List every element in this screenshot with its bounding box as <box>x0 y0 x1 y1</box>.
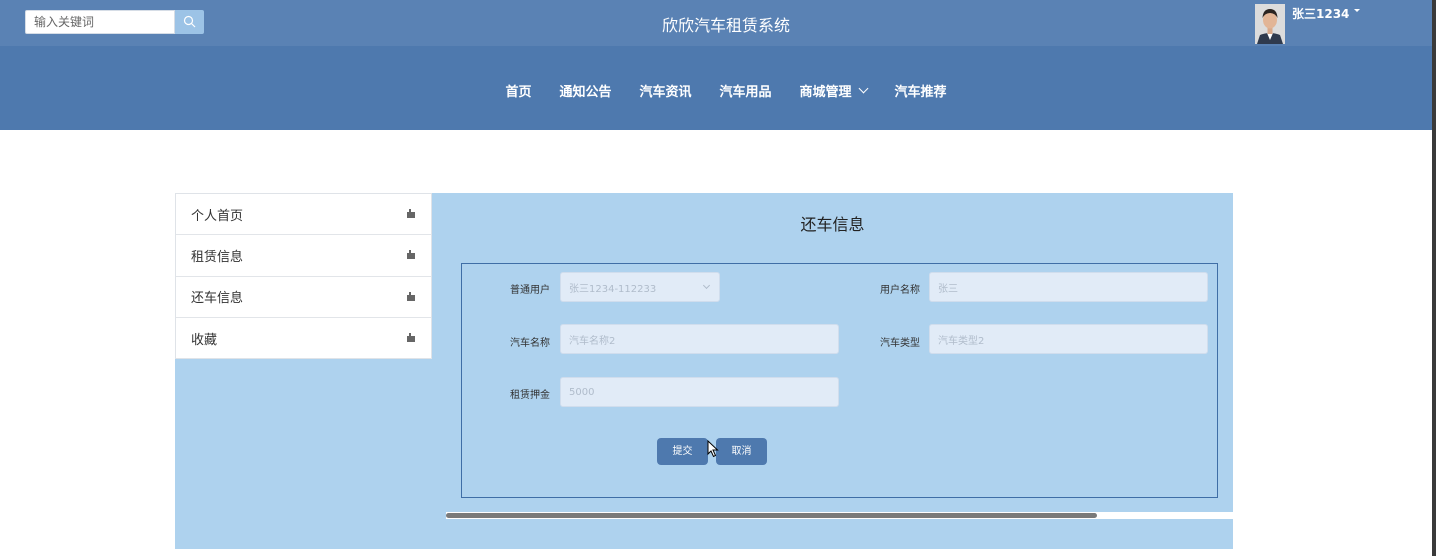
cancel-button[interactable]: 取消 <box>716 438 767 465</box>
sidebar-item-favorites[interactable]: 收藏 <box>176 318 431 359</box>
nav-list: 首页 通知公告 汽车资讯 汽车用品 商城管理 汽车推荐 <box>0 81 1436 100</box>
nav-bar: 首页 通知公告 汽车资讯 汽车用品 商城管理 汽车推荐 <box>0 46 1432 130</box>
home-icon <box>406 291 416 302</box>
user-name-label: 用户名称 <box>880 285 920 296</box>
submit-button[interactable]: 提交 <box>657 438 708 465</box>
sidebar-menu: 个人首页 租赁信息 还车信息 收藏 <box>175 193 432 359</box>
car-type-label: 汽车类型 <box>880 338 920 349</box>
sidebar-item-label: 个人首页 <box>191 208 244 224</box>
sidebar-item-label: 收藏 <box>191 332 218 348</box>
regular-user-select[interactable] <box>560 272 720 302</box>
avatar[interactable] <box>1255 4 1285 44</box>
user-name-field[interactable] <box>929 272 1208 302</box>
nav-item-notices[interactable]: 通知公告 <box>559 81 611 100</box>
user-dropdown-icon[interactable] <box>1354 9 1360 12</box>
sidebar-item-label: 租赁信息 <box>191 249 244 265</box>
sidebar-item-return-info[interactable]: 还车信息 <box>176 277 431 318</box>
regular-user-label: 普通用户 <box>510 285 550 296</box>
horizontal-scrollbar-thumb[interactable] <box>446 513 1097 518</box>
nav-item-car-recommend[interactable]: 汽车推荐 <box>895 81 947 100</box>
page-title: 还车信息 <box>800 215 865 234</box>
user-name[interactable]: 张三1234 <box>1292 5 1349 22</box>
home-icon <box>406 209 416 219</box>
nav-item-home[interactable]: 首页 <box>505 81 531 100</box>
sidebar-item-personal-home[interactable]: 个人首页 <box>176 194 431 236</box>
home-icon <box>406 250 416 260</box>
deposit-label: 租赁押金 <box>510 390 550 401</box>
site-title: 欣欣汽车租赁系统 <box>661 16 790 35</box>
window-edge <box>1432 0 1436 556</box>
user-photo-icon <box>1255 4 1285 44</box>
nav-item-car-supplies[interactable]: 汽车用品 <box>720 81 772 100</box>
car-type-field[interactable] <box>929 324 1208 354</box>
home-icon <box>406 333 416 343</box>
car-name-label: 汽车名称 <box>510 338 550 349</box>
deposit-field[interactable] <box>560 377 839 407</box>
nav-item-mall-management[interactable]: 商城管理 <box>800 81 868 100</box>
car-name-field[interactable] <box>560 324 839 354</box>
sidebar-item-label: 还车信息 <box>191 291 244 307</box>
nav-item-car-news[interactable]: 汽车资讯 <box>639 81 691 100</box>
mouse-cursor-icon <box>707 440 719 458</box>
sidebar-item-rental-info[interactable]: 租赁信息 <box>176 235 431 277</box>
chevron-down-icon <box>858 83 868 94</box>
